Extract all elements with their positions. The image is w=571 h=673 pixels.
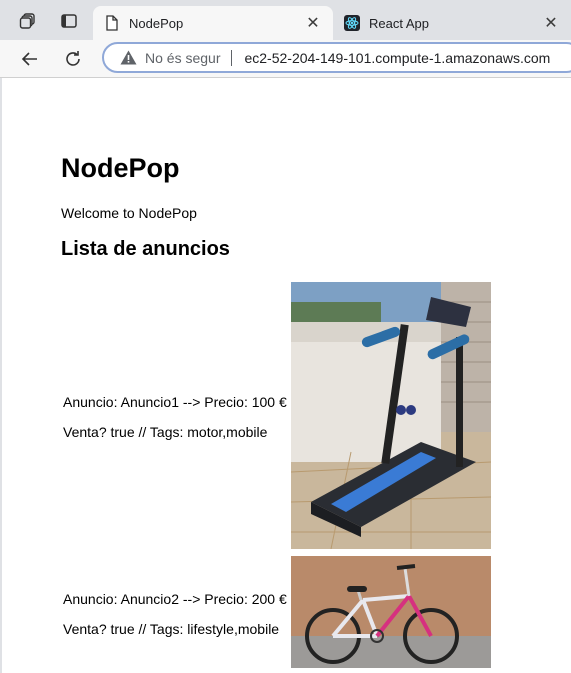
list-heading: Lista de anuncios: [61, 238, 230, 260]
security-status[interactable]: No és segur: [145, 50, 220, 66]
treadmill-photo: [291, 282, 491, 549]
back-arrow-icon[interactable]: [16, 45, 44, 73]
window-edge: [0, 78, 2, 673]
tab-title: React App: [369, 15, 429, 31]
welcome-text: Welcome to NodePop: [61, 205, 197, 221]
tab-actions-icon[interactable]: [57, 9, 81, 33]
page-icon: [103, 14, 121, 32]
workspaces-icon[interactable]: [16, 9, 40, 33]
url-text[interactable]: ec2-52-204-149-101.compute-1.amazonaws.c…: [244, 50, 550, 66]
tab-react-app[interactable]: React App ✕: [333, 6, 571, 40]
divider: [231, 49, 233, 66]
ad-sale-tags: Venta? true // Tags: lifestyle,mobile: [63, 621, 280, 637]
ad-title-price: Anuncio: Anuncio2 --> Precio: 200 €: [63, 591, 287, 607]
warning-icon[interactable]: [120, 50, 137, 65]
close-tab-icon[interactable]: ✕: [303, 13, 323, 33]
tab-title: NodePop: [129, 15, 184, 31]
ad-title-price: Anuncio: Anuncio1 --> Precio: 100 €: [63, 394, 287, 410]
close-tab-icon[interactable]: ✕: [541, 13, 561, 33]
ad-sale-tags: Venta? true // Tags: motor,mobile: [63, 424, 268, 440]
bicycle-photo: [291, 556, 491, 668]
react-icon: [343, 14, 361, 32]
toolbar: No és segur ec2-52-204-149-101.compute-1…: [0, 40, 571, 78]
page-content: NodePop Welcome to NodePop Lista de anun…: [0, 78, 571, 673]
page-title: NodePop: [61, 153, 180, 183]
browser-tab-strip: NodePop ✕ React App ✕: [0, 0, 571, 40]
refresh-icon[interactable]: [59, 45, 87, 73]
address-bar[interactable]: No és segur ec2-52-204-149-101.compute-1…: [102, 42, 571, 73]
tab-nodepop[interactable]: NodePop ✕: [93, 6, 333, 40]
